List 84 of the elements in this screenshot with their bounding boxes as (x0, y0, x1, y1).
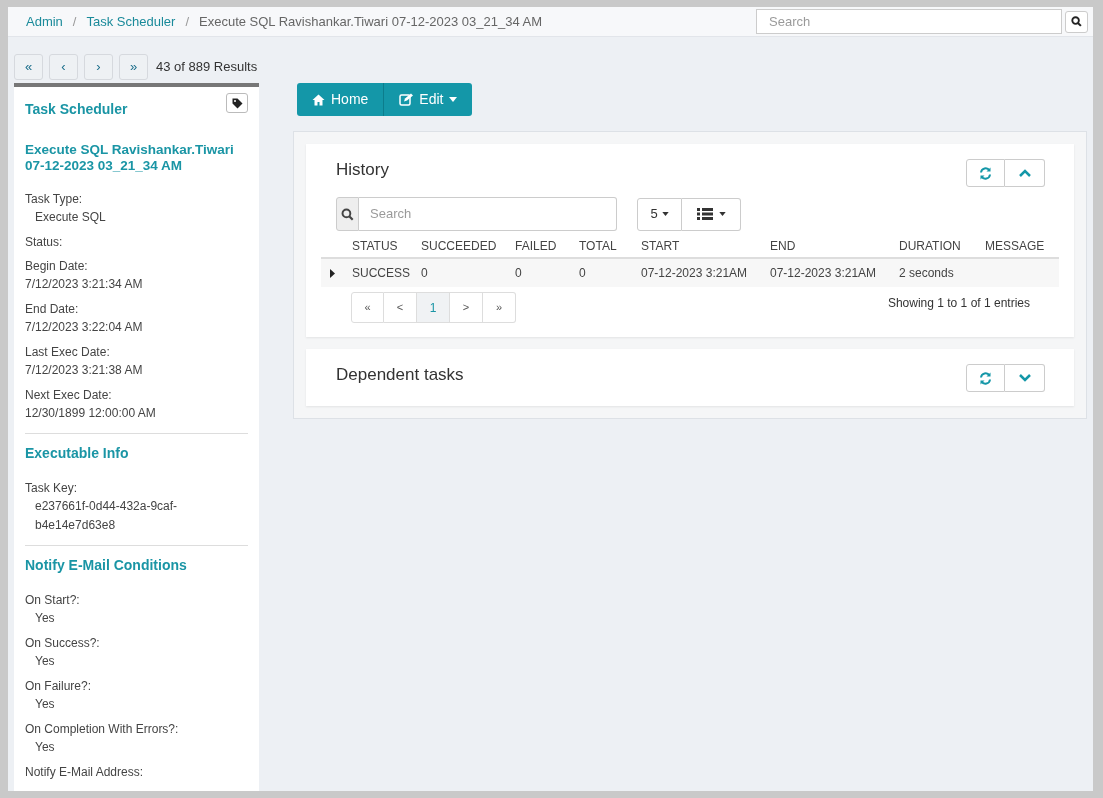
tag-icon (231, 97, 243, 109)
table-row[interactable]: SUCCESS 0 0 0 07-12-2023 3:21AM 07-12-2023 3:21AM 2 seconds (321, 259, 1059, 287)
columns-dropdown[interactable] (682, 197, 741, 231)
field-label: On Start?: (25, 592, 81, 609)
results-count: 43 of 889 Results (156, 58, 258, 77)
field-label: Last Exec Date: (25, 344, 111, 361)
field-value: Yes (34, 653, 56, 670)
list-icon (696, 208, 713, 220)
pagination-button[interactable]: < (384, 292, 417, 323)
pager-button[interactable]: » (119, 54, 148, 80)
field-value: Yes (34, 610, 56, 627)
table-cell-text: 0 (421, 265, 428, 282)
table-search-field[interactable]: Search (359, 197, 617, 231)
breadcrumb-link[interactable]: Task Scheduler (86, 11, 176, 32)
breadcrumb-link[interactable]: Admin (26, 11, 63, 32)
field-label: Notify E-Mail Address: (25, 764, 145, 781)
collapse-button[interactable] (1005, 364, 1045, 392)
caret-icon (718, 212, 726, 216)
toolbar-button[interactable]: Edit (383, 83, 473, 116)
field-value: 12/30/1899 12:00:00 AM (25, 405, 157, 422)
refresh-icon (979, 371, 992, 385)
table-cell-text: 0 (515, 265, 522, 282)
column-header: STATUS (352, 237, 398, 255)
column-header: TOTAL (579, 237, 617, 255)
column-header: FAILED (515, 237, 557, 255)
pagination-button[interactable]: > (450, 292, 483, 323)
field-value: 7/12/2023 3:21:34 AM (25, 276, 144, 293)
pagination-button[interactable]: 1 (417, 292, 450, 323)
field-label: Next Exec Date: (25, 387, 113, 404)
pager-button[interactable]: › (84, 54, 113, 80)
column-header: START (641, 237, 680, 255)
edit-icon (399, 93, 414, 106)
table-cell-text: 0 (579, 265, 586, 282)
column-header: DURATION (899, 237, 961, 255)
field-value: 7/12/2023 3:22:04 AM (25, 319, 144, 336)
pager-button[interactable]: ‹ (49, 54, 78, 80)
pagination-button[interactable]: « (351, 292, 384, 323)
breadcrumb-separator: / (71, 12, 78, 31)
breadcrumb-current: Execute SQL Ravishankar.Tiwari 07-12-2023 03_21_34 AM (199, 12, 542, 31)
field-value: e237661f-0d44-432a-9caf-b4e14e7d63e8 (34, 498, 179, 534)
caret-icon (661, 212, 669, 216)
toolbar-button[interactable]: Home (297, 83, 384, 116)
field-label: On Completion With Errors?: (25, 721, 180, 738)
refresh-button[interactable] (966, 159, 1005, 187)
panel-title: Dependent tasks (336, 364, 464, 386)
field-label: Begin Date: (25, 258, 89, 275)
home-icon (312, 93, 325, 106)
search-button[interactable] (1065, 10, 1088, 33)
breadcrumb-separator: / (184, 12, 190, 31)
field-value: Yes (34, 739, 56, 756)
refresh-button[interactable] (966, 364, 1005, 392)
page-size-dropdown[interactable]: 5 (637, 197, 682, 231)
pager-button[interactable]: « (14, 54, 43, 80)
entries-info: Showing 1 to 1 of 1 entries (887, 295, 1030, 312)
table-cell-text: 07-12-2023 3:21AM (641, 265, 748, 282)
table-cell-text: 07-12-2023 3:21AM (770, 265, 877, 282)
column-header: END (770, 237, 796, 255)
table-cell-text: SUCCESS (352, 265, 410, 282)
collapse-button[interactable] (1005, 159, 1045, 187)
sidebar-title: Task Scheduler (25, 100, 128, 119)
caret-right-icon[interactable] (330, 268, 335, 278)
search-icon (1071, 16, 1082, 27)
field-label: Task Type: (25, 191, 84, 208)
pagination-button[interactable]: » (483, 292, 516, 323)
section-title: Notify E-Mail Conditions (25, 556, 188, 575)
field-label: Task Key: (25, 480, 79, 497)
search-field[interactable]: Search (756, 9, 1062, 34)
task-heading: Execute SQL Ravishankar.Tiwari 07-12-2023 03_21_34 AM (25, 142, 235, 174)
tag-button[interactable] (226, 93, 248, 113)
field-value: 7/12/2023 3:21:38 AM (25, 362, 144, 379)
field-value: Execute SQL (34, 209, 107, 226)
column-header: SUCCEEDED (421, 237, 497, 255)
table-cell-text: 2 seconds (899, 265, 954, 282)
panel-title: History (336, 159, 389, 181)
section-title: Executable Info (25, 444, 130, 463)
search-icon (341, 207, 354, 221)
field-label: Status: (25, 234, 64, 251)
column-header: MESSAGE (985, 237, 1045, 255)
field-label: End Date: (25, 301, 80, 318)
refresh-icon (979, 166, 992, 180)
field-label: On Failure?: (25, 678, 93, 695)
field-value: Yes (34, 696, 56, 713)
caret-icon (449, 97, 458, 102)
field-label: On Success?: (25, 635, 101, 652)
